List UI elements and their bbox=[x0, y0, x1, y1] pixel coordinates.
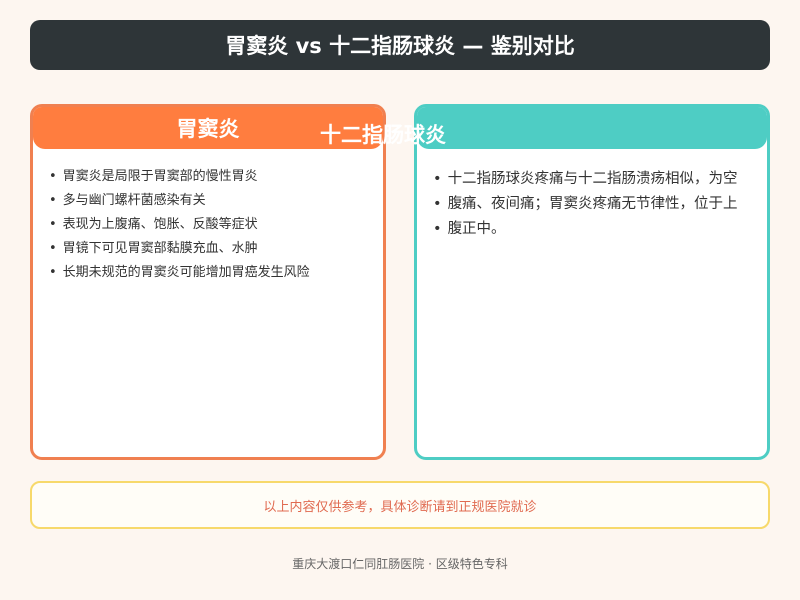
list-item: 胃窦炎是局限于胃窦部的慢性胃炎 bbox=[49, 165, 383, 189]
footer-text: 重庆大渡口仁同肛肠医院 · 区级特色专科 bbox=[292, 557, 508, 571]
duodenal-bulbitis-list: 十二指肠球炎疼痛与十二指肠溃疡相似，为空 腹痛、夜间痛；胃窦炎疼痛无节律性，位于… bbox=[417, 149, 767, 242]
list-item: 长期未规范的胃窦炎可能增加胃癌发生风险 bbox=[49, 261, 383, 285]
disclaimer-notice: 以上内容仅供参考，具体诊断请到正规医院就诊 bbox=[30, 481, 770, 529]
antral-gastritis-list: 胃窦炎是局限于胃窦部的慢性胃炎 多与幽门螺杆菌感染有关 表现为上腹痛、饱胀、反酸… bbox=[33, 149, 383, 285]
duodenal-bulbitis-card: 十二指肠球炎疼痛与十二指肠溃疡相似，为空 腹痛、夜间痛；胃窦炎疼痛无节律性，位于… bbox=[414, 104, 770, 460]
duodenal-bulbitis-header-band bbox=[417, 107, 767, 149]
list-item: 腹正中。 bbox=[433, 217, 767, 242]
list-item: 胃镜下可见胃窦部黏膜充血、水肿 bbox=[49, 237, 383, 261]
antral-gastritis-card: 胃窦炎 胃窦炎是局限于胃窦部的慢性胃炎 多与幽门螺杆菌感染有关 表现为上腹痛、饱… bbox=[30, 104, 386, 460]
list-item: 十二指肠球炎疼痛与十二指肠溃疡相似，为空 bbox=[433, 167, 767, 192]
list-item: 多与幽门螺杆菌感染有关 bbox=[49, 189, 383, 213]
list-item: 表现为上腹痛、饱胀、反酸等症状 bbox=[49, 213, 383, 237]
list-item: 腹痛、夜间痛；胃窦炎疼痛无节律性，位于上 bbox=[433, 192, 767, 217]
antral-gastritis-heading: 胃窦炎 bbox=[33, 107, 383, 149]
page-title: 胃窦炎 vs 十二指肠球炎 — 鉴别对比 bbox=[30, 20, 770, 70]
